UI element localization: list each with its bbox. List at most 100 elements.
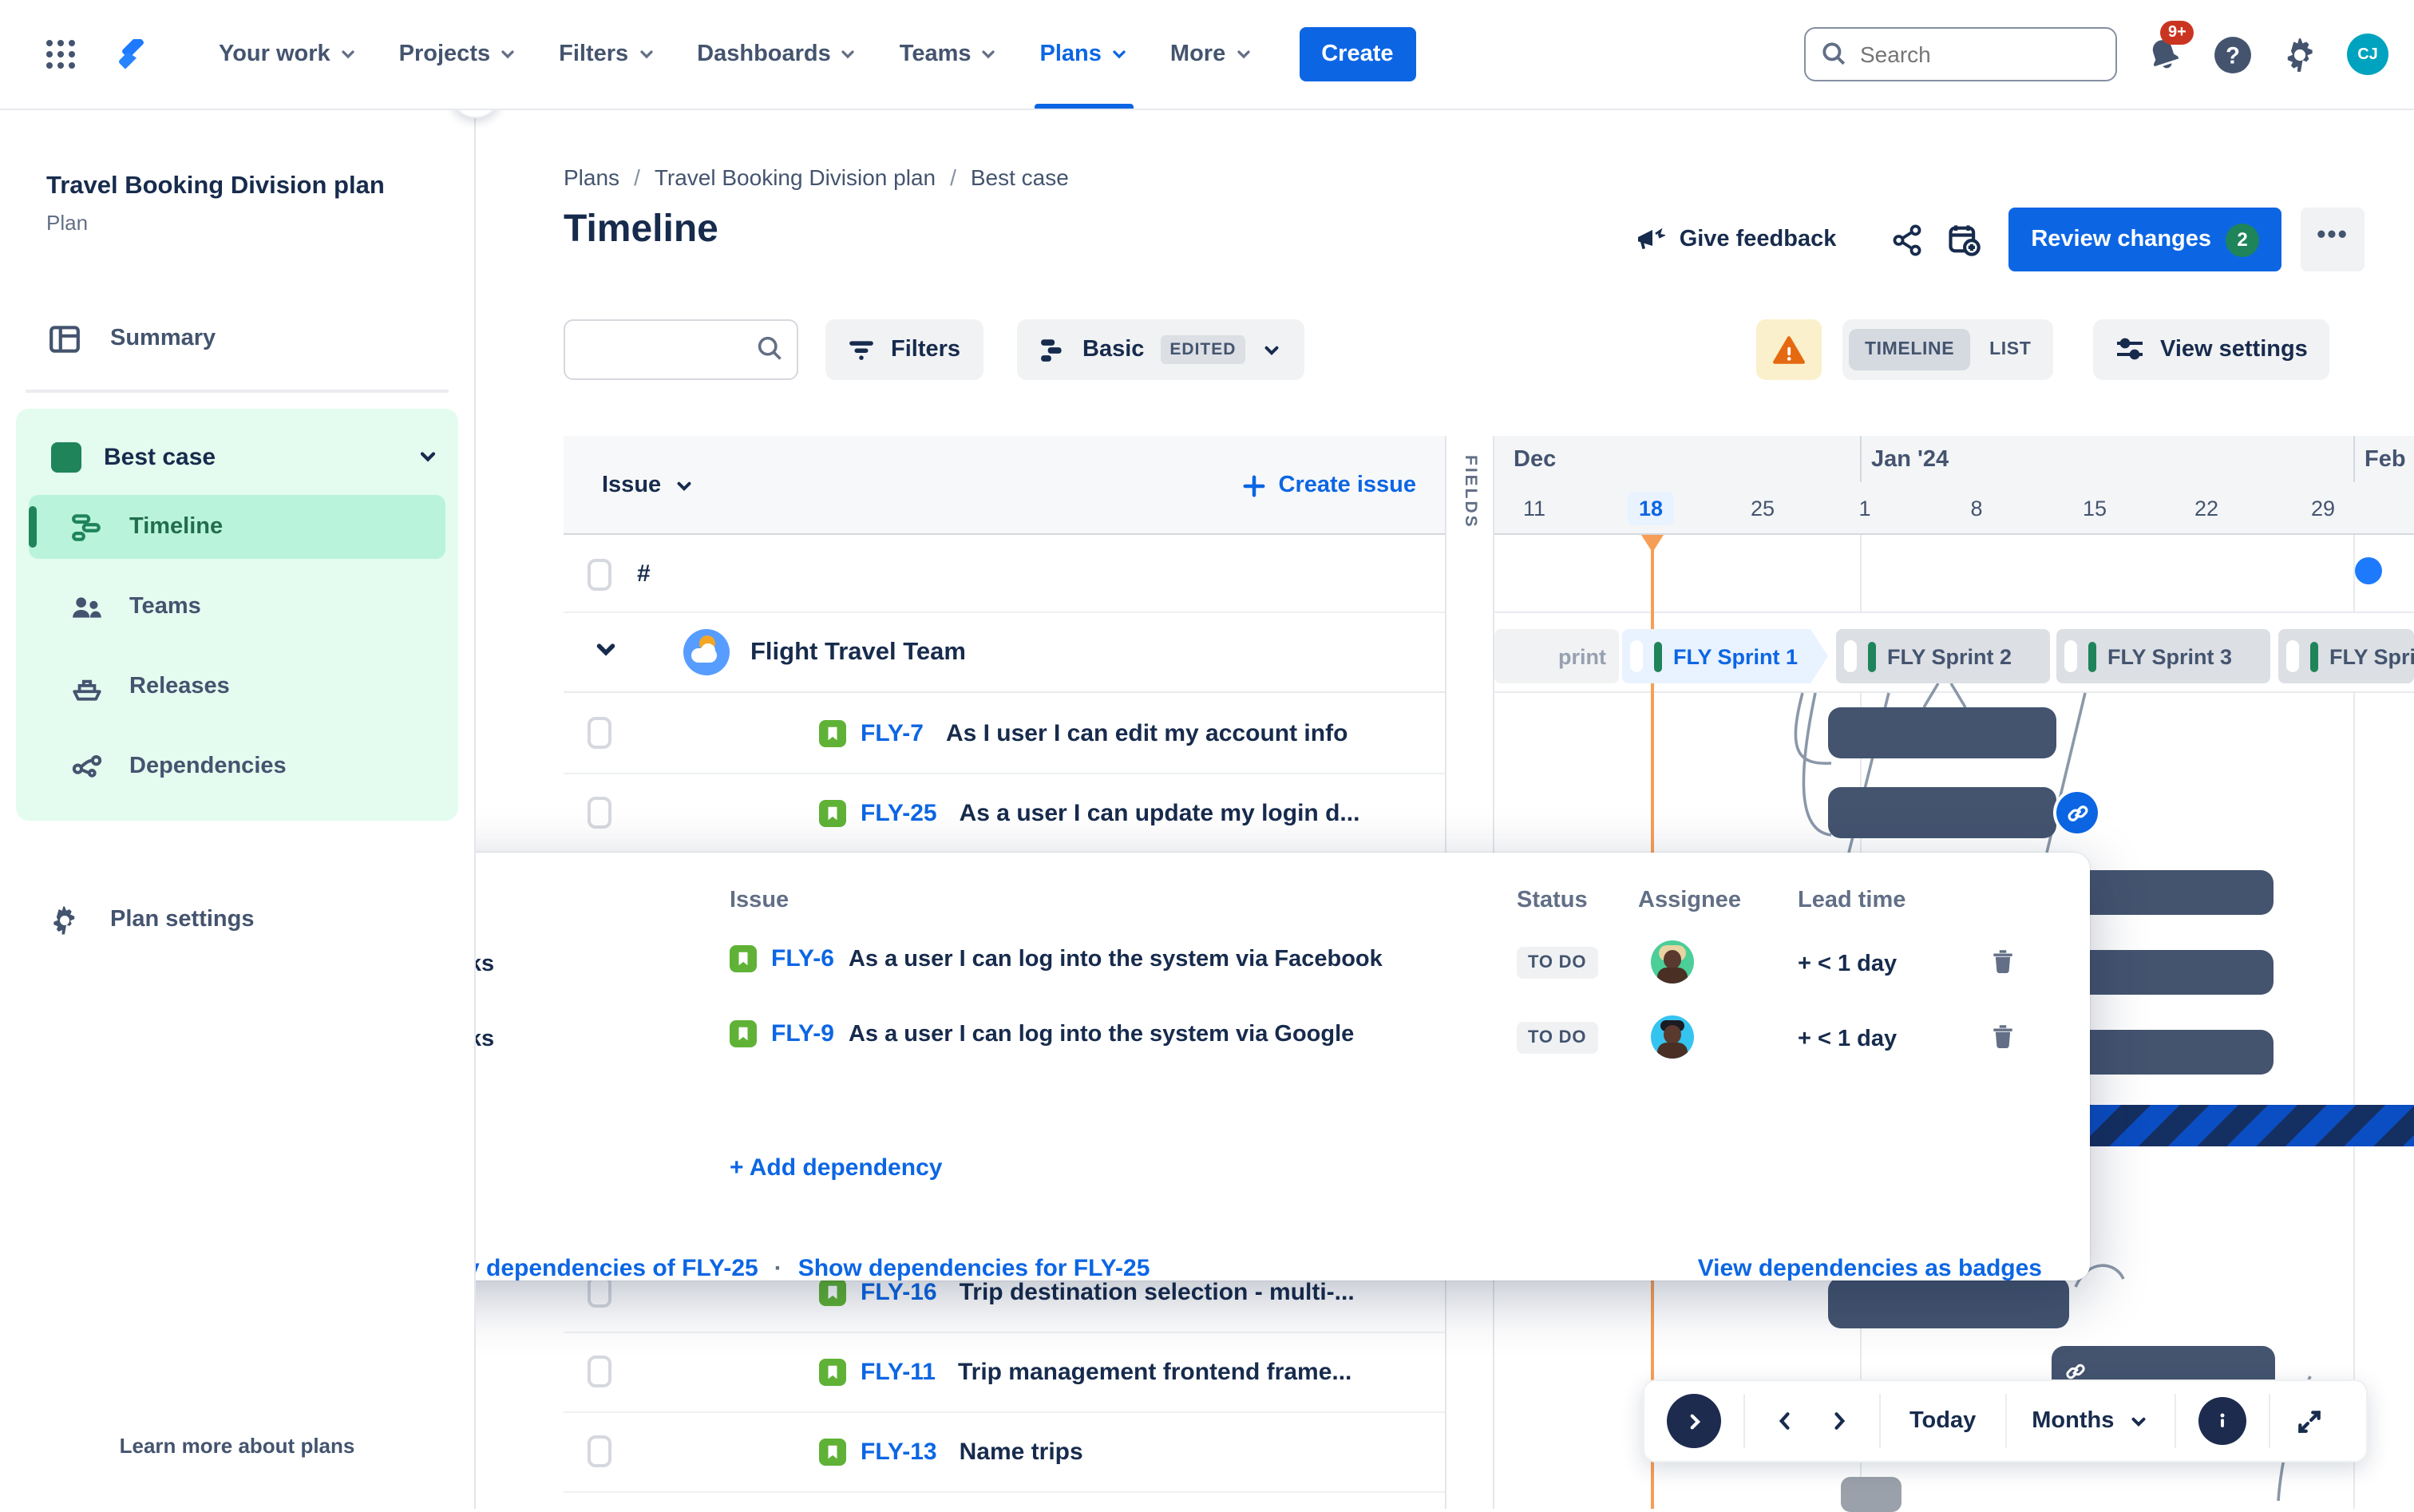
today-button[interactable]: Today [1881,1394,2007,1448]
issue-key-link[interactable]: FLY-9 [771,1020,834,1047]
global-search [1804,27,2117,81]
row-checkbox[interactable] [588,717,611,749]
expand-panel-button[interactable] [1644,1394,1745,1448]
settings-gear-icon[interactable] [2280,34,2320,74]
month-divider [2353,436,2355,482]
sidebar-item-label: Timeline [129,514,224,540]
sprint-notch [2064,640,2077,672]
scenario-color-swatch [51,441,81,472]
scenario-panel: Best case Timeline Teams Releases Dependenc… [16,409,458,821]
dependency-issue-fly-6[interactable]: FLY-6 As a user I can log into the system… [730,945,1383,972]
sprint-bar-5[interactable]: FLY Sprin [2278,629,2414,683]
scenario-header[interactable]: Best case [51,428,439,485]
global-search-input[interactable] [1804,27,2117,81]
learn-more-link[interactable]: Learn more about plans [0,1434,474,1458]
teams-icon [70,590,104,623]
sidebar-item-teams[interactable]: Teams [29,575,445,639]
sidebar-item-plan-settings[interactable]: Plan settings [26,888,449,952]
chevron-down-icon [1237,50,1249,59]
user-avatar[interactable]: CJ [2347,34,2388,75]
delete-dependency-button[interactable] [1989,1022,2016,1049]
month-divider [1860,436,1862,482]
nav-item-your-work[interactable]: Your work [201,0,375,109]
sidebar-item-dependencies[interactable]: Dependencies [29,734,445,798]
issue-summary: As a user I can update my login d... [959,799,1360,826]
status-badge: TO DO [1517,947,1598,979]
sidebar-item-timeline[interactable]: Timeline [29,495,445,559]
nav-item-more[interactable]: More [1153,0,1270,109]
issue-key-link[interactable]: FLY-16 [861,1278,937,1305]
nav-item-dashboards[interactable]: Dashboards [679,0,876,109]
jira-logo[interactable] [102,26,160,83]
issue-summary: Trip destination selection - multi-... [959,1278,1355,1305]
nav-item-label: More [1169,42,1226,67]
row-checkbox[interactable] [588,1356,611,1387]
row-checkbox[interactable] [588,797,611,829]
show-dependencies-link[interactable]: Show dependencies for FLY-25 [798,1255,1150,1282]
issue-summary: As a user I can log into the system via … [848,1021,1355,1047]
popup-column-issue: Issue [730,888,789,913]
sprint-bar-2[interactable]: FLY Sprint 1 [1622,629,1828,683]
scroll-right-button[interactable] [1828,1410,1850,1432]
milestone-dot[interactable] [2355,557,2382,584]
plan-subtitle: Plan [46,211,89,235]
timeline-bar-fly7[interactable] [1828,707,2056,758]
timeline-bar-fly25[interactable] [1828,787,2056,838]
nav-item-projects[interactable]: Projects [382,0,535,109]
add-dependency-link[interactable]: + Add dependency [730,1154,942,1181]
sprint-bar-1[interactable]: print [1494,629,1619,683]
primary-nav-items: Your work Projects Filters Dashboards Teams P… [201,0,1270,109]
delete-dependency-button[interactable] [1989,947,2016,974]
create-issue-button[interactable]: Create issue [1242,436,1416,535]
app-switcher-icon[interactable] [32,26,89,83]
view-dependencies-as-badges-link[interactable]: View dependencies as badges [1698,1255,2042,1282]
issue-key-link[interactable]: FLY-11 [861,1358,936,1385]
sprint-label: FLY Sprint 1 [1673,644,1799,668]
date-tick: 25 [1750,497,1775,520]
create-button[interactable]: Create [1299,27,1416,81]
date-tick: 15 [2082,497,2107,520]
notifications-badge: 9+ [2160,21,2194,45]
story-type-icon [819,719,846,746]
issue-key-link[interactable]: FLY-6 [771,945,834,972]
month-label: Dec [1514,447,1557,473]
sprint-label: FLY Sprint 2 [1887,644,2012,668]
nav-item-teams[interactable]: Teams [882,0,1016,109]
timeline-bar-fly16[interactable] [1828,1277,2069,1328]
issue-row-fly-25[interactable]: FLY-25 As a user I can update my login d.… [819,773,1359,853]
sprint-state-pill [2310,641,2318,671]
issue-row-fly-7[interactable]: FLY-7 As I user I can edit my account inf… [819,693,1347,773]
popup-column-status: Status [1517,888,1588,913]
issue-row-fly-11[interactable]: FLY-11 Trip management frontend frame... [819,1332,1351,1411]
sidebar-item-summary[interactable]: Summary [26,307,449,370]
chevron-down-icon [1113,50,1126,59]
issue-key-link[interactable]: FLY-25 [861,799,937,826]
dependency-link-badge[interactable] [2053,789,2101,837]
info-button[interactable] [2176,1394,2271,1448]
dependency-issue-fly-9[interactable]: FLY-9 As a user I can log into the system… [730,1020,1354,1047]
row-checkbox[interactable] [588,559,611,591]
group-collapse-chevron[interactable] [594,637,618,661]
chevron-down-icon [842,50,855,59]
lead-time: + < 1 day [1798,1027,1898,1052]
sprint-bar-4[interactable]: FLY Sprint 3 [2056,629,2270,683]
team-group-name[interactable]: Flight Travel Team [750,631,966,675]
issue-column-header[interactable]: Issue [602,436,695,535]
help-button[interactable]: ? [2213,34,2253,74]
nav-item-plans[interactable]: Plans [1023,0,1146,109]
date-tick: 11 [1522,497,1546,520]
issue-key-link[interactable]: FLY-7 [861,719,924,746]
timeline-header: Dec Jan '24 Feb 11 18 25 1 8 15 22 29 [1494,436,2414,535]
sprint-bar-3[interactable]: FLY Sprint 2 [1836,629,2050,683]
fullscreen-button[interactable] [2270,1394,2349,1448]
scroll-left-button[interactable] [1774,1410,1796,1432]
story-type-icon [730,1020,757,1047]
issue-key-link[interactable]: FLY-13 [861,1438,937,1465]
row-checkbox[interactable] [588,1435,611,1467]
timeline-bar-gray[interactable] [1841,1477,1902,1512]
zoom-level-dropdown[interactable]: Months [2006,1394,2177,1448]
nav-item-filters[interactable]: Filters [541,0,673,109]
sidebar-item-releases[interactable]: Releases [29,655,445,718]
notifications-button[interactable]: 9+ [2144,21,2194,75]
issue-row-fly-13[interactable]: FLY-13 Name trips [819,1411,1083,1491]
